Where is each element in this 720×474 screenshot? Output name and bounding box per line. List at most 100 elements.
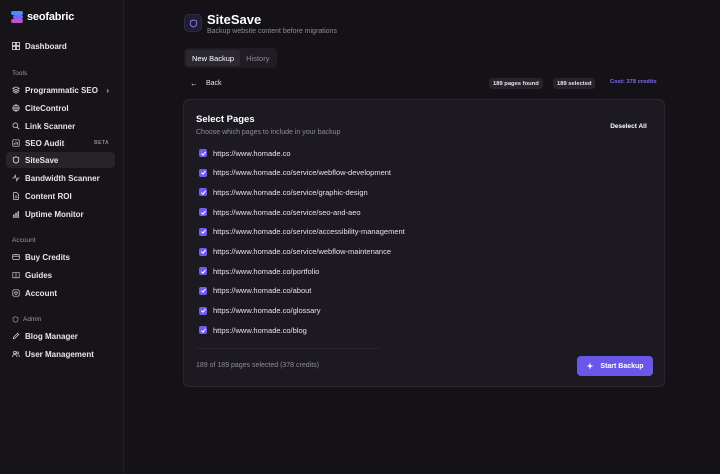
settings-icon (12, 289, 20, 297)
page-row[interactable]: https://www.homade.co/service/webflow-de… (199, 167, 391, 179)
page-url: https://www.homade.co/portfolio (213, 266, 320, 276)
page-checkbox[interactable] (199, 326, 207, 335)
edit-icon (12, 332, 20, 340)
page-url: https://www.homade.co/blog (213, 325, 307, 335)
check-icon (200, 229, 206, 235)
sidebar-item-label: Content ROI (25, 191, 72, 201)
check-icon (200, 190, 206, 195)
tab-new-backup[interactable]: New Backup (186, 50, 241, 66)
page-url: https://www.homade.co (213, 148, 291, 158)
sidebar-item-label: User Management (25, 349, 94, 359)
section-label-account: Account (12, 237, 36, 244)
back-label: Back (206, 80, 222, 87)
sidebar-item-bandwidth-scanner[interactable]: Bandwidth Scanner (6, 170, 115, 186)
book-icon (12, 271, 20, 279)
layers-icon (12, 86, 20, 94)
page-row[interactable]: https://www.homade.co/service/graphic-de… (199, 186, 368, 198)
credit-card-icon (12, 253, 20, 261)
sidebar-item-label: Guides (25, 270, 53, 280)
page-row[interactable]: https://www.homade.co/portfolio (199, 265, 319, 277)
logo-mark (11, 11, 23, 23)
page-row[interactable]: https://www.homade.co/blog (199, 324, 307, 336)
sidebar-item-label: CiteControl (25, 103, 69, 113)
sidebar-item-dashboard[interactable]: Dashboard (6, 38, 115, 54)
page-checkbox[interactable] (199, 306, 207, 315)
sidebar-item-label: Dashboard (25, 41, 67, 51)
sidebar-item-guides[interactable]: Guides (6, 267, 115, 283)
page-row[interactable]: https://www.homade.co/about (199, 285, 311, 297)
page-checkbox[interactable] (199, 286, 207, 295)
sidebar-item-account[interactable]: Account (6, 285, 115, 301)
logo[interactable]: seofabric (11, 10, 74, 24)
page-row[interactable]: https://www.homade.co/service/seo-and-ae… (199, 206, 361, 218)
page-row[interactable]: https://www.homade.co/glossary (199, 305, 321, 317)
back-button[interactable]: ← Back (190, 79, 222, 88)
sidebar-item-citecontrol[interactable]: CiteControl (6, 100, 115, 116)
sidebar-item-user-management[interactable]: User Management (6, 346, 115, 362)
page-checkbox[interactable] (199, 188, 207, 197)
sidebar-item-label: SiteSave (25, 155, 59, 165)
sidebar-item-label: Bandwidth Scanner (25, 173, 100, 183)
search-icon (12, 122, 20, 130)
check-icon (200, 210, 206, 215)
selection-summary: 189 of 189 pages selected (378 credits) (196, 362, 319, 369)
bar-chart-icon (12, 210, 20, 218)
tab-history[interactable]: History (240, 50, 275, 66)
page-checkbox[interactable] (199, 227, 207, 236)
section-label-tools: Tools (12, 70, 28, 77)
document-icon (12, 192, 20, 200)
sidebar: seofabric Dashboard Tools Programmatic S… (0, 0, 124, 474)
sidebar-item-label: Blog Manager (25, 331, 78, 341)
sitesave-header-icon (184, 14, 202, 32)
sidebar-item-label: Account (25, 288, 57, 298)
sidebar-item-content-roi[interactable]: Content ROI (6, 188, 115, 204)
page-row[interactable]: https://www.homade.co (199, 147, 291, 159)
admin-shield-icon (12, 316, 19, 323)
page-url: https://www.homade.co/service/seo-and-ae… (213, 207, 361, 217)
users-icon (12, 350, 20, 358)
check-icon (200, 308, 206, 313)
sidebar-item-link-scanner[interactable]: Link Scanner (6, 118, 115, 134)
sidebar-item-uptime-monitor[interactable]: Uptime Monitor (6, 206, 115, 222)
sidebar-item-programmatic-seo[interactable]: Programmatic SEO › (6, 82, 115, 98)
page-checkbox[interactable] (199, 267, 207, 276)
page-row[interactable]: https://www.homade.co/service/webflow-ma… (199, 246, 391, 258)
deselect-all-button[interactable]: Deselect All (604, 119, 653, 133)
check-icon (200, 170, 206, 176)
page-url: https://www.homade.co/service/accessibil… (213, 227, 405, 237)
page-checkbox[interactable] (199, 168, 207, 177)
sidebar-item-sitesave[interactable]: SiteSave (6, 152, 115, 168)
sparkle-icon (586, 362, 595, 370)
page-url: https://www.homade.co/service/webflow-ma… (213, 247, 392, 256)
page-subtitle: Backup website content before migrations (207, 28, 337, 35)
page-checkbox[interactable] (199, 247, 207, 256)
divider (195, 348, 381, 349)
sidebar-item-seo-audit[interactable]: SEO Audit BETA (6, 135, 115, 151)
page-url: https://www.homade.co/service/webflow-de… (213, 168, 392, 178)
check-icon (200, 269, 206, 274)
globe-icon (12, 104, 20, 112)
page-url: https://www.homade.co/glossary (213, 306, 321, 316)
chevron-right-icon[interactable]: › (106, 86, 109, 95)
chart-icon (12, 139, 20, 147)
check-icon (200, 328, 206, 333)
page-checkbox[interactable] (199, 149, 207, 157)
cost-label: Cost: 378 credits (610, 79, 657, 85)
sidebar-item-label: Uptime Monitor (25, 209, 84, 219)
page-checkbox[interactable] (199, 208, 207, 217)
admin-label-text: Admin (23, 316, 42, 323)
tab-bar: New Backup History (184, 48, 278, 68)
page-row[interactable]: https://www.homade.co/service/accessibil… (199, 226, 405, 238)
section-label-admin: Admin (12, 316, 41, 323)
sidebar-item-label: Buy Credits (25, 252, 70, 262)
sidebar-item-label: SEO Audit (25, 138, 65, 148)
sidebar-item-blog-manager[interactable]: Blog Manager (6, 328, 115, 344)
arrow-left-icon: ← (190, 79, 198, 88)
check-icon (200, 249, 206, 254)
beta-badge: BETA (94, 140, 109, 146)
sidebar-item-buy-credits[interactable]: Buy Credits (6, 249, 115, 265)
card-title: Select Pages (196, 114, 255, 125)
start-backup-button[interactable]: Start Backup (577, 356, 653, 376)
shield-icon (12, 156, 20, 164)
pages-found-badge: 189 pages found (489, 78, 543, 89)
